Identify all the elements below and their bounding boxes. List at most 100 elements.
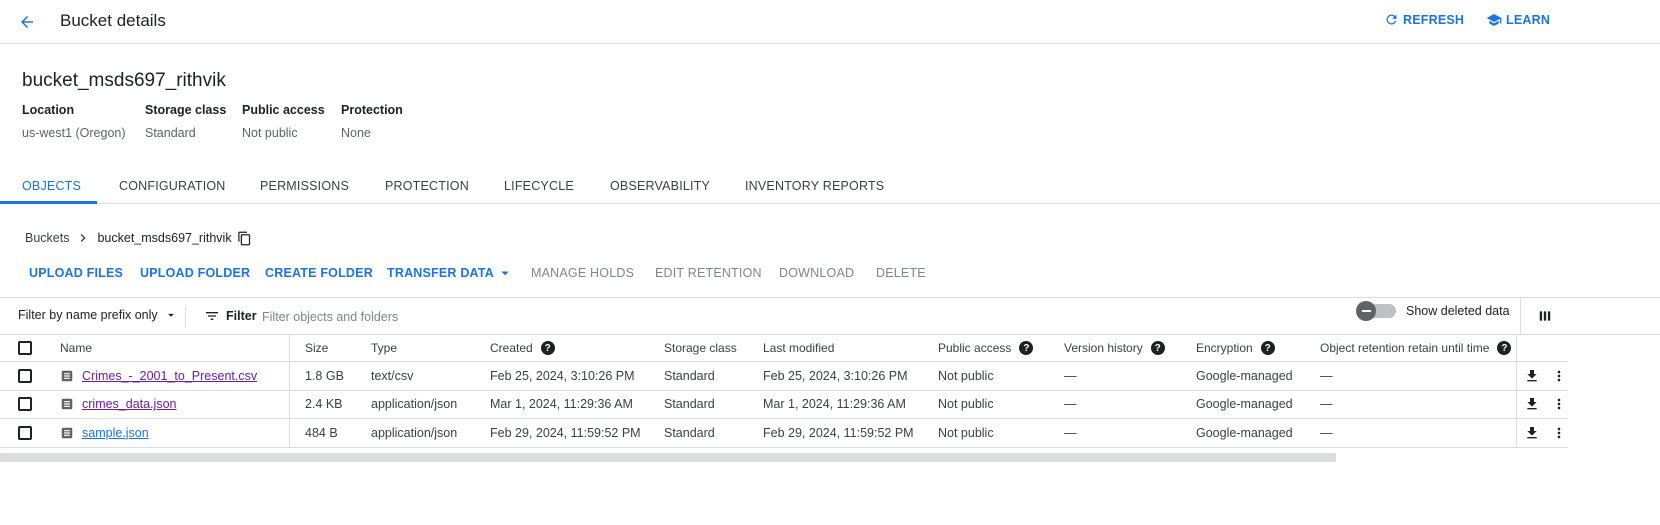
row-checkbox[interactable] xyxy=(18,368,32,383)
download-button[interactable]: DOWNLOAD xyxy=(779,262,854,284)
manage-holds-button[interactable]: MANAGE HOLDS xyxy=(531,262,634,284)
filter-label: Filter xyxy=(226,309,257,323)
column-header-version-history[interactable]: Version history ? xyxy=(1064,335,1165,361)
tab-inventory-reports[interactable]: INVENTORY REPORTS xyxy=(745,168,884,204)
chevron-right-icon xyxy=(81,234,87,242)
version-history-cell: — xyxy=(1064,368,1077,383)
learn-label: LEARN xyxy=(1506,13,1551,27)
bucket-name: bucket_msds697_rithvik xyxy=(22,70,226,91)
column-header-retention[interactable]: Object retention retain until time ? xyxy=(1320,335,1512,361)
version-history-cell: — xyxy=(1064,397,1077,412)
column-header-name[interactable]: Name xyxy=(60,335,92,361)
object-name-link[interactable]: sample.json xyxy=(82,426,149,440)
object-name-link[interactable]: Crimes_-_2001_to_Present.csv xyxy=(82,369,257,383)
created-cell: Feb 25, 2024, 3:10:26 PM xyxy=(490,368,635,383)
table-header-row: Name Size Type Created ? Storage class L… xyxy=(0,335,1568,362)
breadcrumb-current: bucket_msds697_rithvik xyxy=(97,231,232,245)
file-icon xyxy=(60,369,74,383)
file-icon xyxy=(60,397,74,411)
filter-bar: Filter by name prefix only Filter Show d… xyxy=(0,297,1660,335)
size-cell: 1.8 GB xyxy=(305,368,344,383)
table-row: crimes_data.json 2.4 KB application/json… xyxy=(0,390,1568,419)
meta-value: Standard xyxy=(145,126,196,140)
learn-button[interactable]: LEARN xyxy=(1486,12,1550,28)
meta-public-access: Public access Not public xyxy=(242,103,325,140)
public-access-cell: Not public xyxy=(938,397,994,412)
refresh-icon xyxy=(1386,14,1397,25)
filter-list-icon xyxy=(206,312,218,320)
tab-configuration[interactable]: CONFIGURATION xyxy=(119,168,226,204)
download-icon[interactable] xyxy=(1524,419,1540,447)
transfer-data-label: TRANSFER DATA xyxy=(387,266,494,280)
row-checkbox[interactable] xyxy=(18,397,32,412)
copy-icon[interactable] xyxy=(237,231,252,246)
type-cell: text/csv xyxy=(371,368,414,383)
select-all-checkbox[interactable] xyxy=(18,341,32,355)
help-icon[interactable]: ? xyxy=(1150,341,1165,355)
tab-permissions[interactable]: PERMISSIONS xyxy=(260,168,349,204)
show-deleted-toggle[interactable]: Show deleted data xyxy=(1356,301,1510,321)
help-icon[interactable]: ? xyxy=(540,341,555,355)
dropdown-arrow-icon xyxy=(501,271,509,276)
school-icon xyxy=(1486,14,1502,26)
storage-class-cell: Standard xyxy=(664,397,715,412)
size-cell: 2.4 KB xyxy=(305,397,343,412)
column-header-encryption[interactable]: Encryption ? xyxy=(1196,335,1275,361)
back-arrow-icon[interactable] xyxy=(14,9,40,35)
file-icon xyxy=(60,426,74,440)
filter-input[interactable] xyxy=(262,306,1342,328)
row-checkbox[interactable] xyxy=(18,425,32,440)
more-vert-icon[interactable] xyxy=(1551,419,1567,447)
more-vert-icon[interactable] xyxy=(1551,362,1567,390)
column-header-public-access[interactable]: Public access ? xyxy=(938,335,1034,361)
created-cell: Feb 29, 2024, 11:59:52 PM xyxy=(490,425,641,440)
create-folder-button[interactable]: CREATE FOLDER xyxy=(265,262,373,284)
type-cell: application/json xyxy=(371,397,458,412)
tab-objects[interactable]: OBJECTS xyxy=(22,168,81,204)
tab-observability[interactable]: OBSERVABILITY xyxy=(610,168,710,204)
help-icon[interactable]: ? xyxy=(1497,341,1512,355)
public-access-cell: Not public xyxy=(938,368,994,383)
encryption-cell: Google-managed xyxy=(1196,425,1293,440)
column-header-created[interactable]: Created ? xyxy=(490,335,555,361)
type-cell: application/json xyxy=(371,425,458,440)
object-name-link[interactable]: crimes_data.json xyxy=(82,397,177,411)
column-header-size[interactable]: Size xyxy=(305,335,328,361)
retention-cell: — xyxy=(1320,397,1333,412)
column-header-type[interactable]: Type xyxy=(371,335,397,361)
meta-label: Protection xyxy=(341,103,403,117)
breadcrumb-buckets[interactable]: Buckets xyxy=(25,231,69,245)
filter-prefix-dropdown[interactable]: Filter by name prefix only xyxy=(18,308,178,322)
delete-button[interactable]: DELETE xyxy=(876,262,926,284)
meta-label: Location xyxy=(22,103,75,117)
help-icon[interactable]: ? xyxy=(1019,341,1034,355)
more-vert-icon[interactable] xyxy=(1551,391,1567,419)
edit-retention-button[interactable]: EDIT RETENTION xyxy=(655,262,762,284)
object-actions-bar: UPLOAD FILES UPLOAD FOLDER CREATE FOLDER… xyxy=(0,262,1660,284)
meta-protection: Protection None xyxy=(341,103,403,140)
download-icon[interactable] xyxy=(1524,362,1540,390)
toggle-switch[interactable] xyxy=(1356,301,1396,321)
objects-table: Name Size Type Created ? Storage class L… xyxy=(0,335,1568,448)
column-header-created-label: Created xyxy=(490,341,533,355)
page-title: Bucket details xyxy=(60,11,166,30)
upload-files-button[interactable]: UPLOAD FILES xyxy=(29,262,123,284)
retention-cell: — xyxy=(1320,425,1333,440)
refresh-label: REFRESH xyxy=(1403,12,1465,27)
tab-lifecycle[interactable]: LIFECYCLE xyxy=(504,168,574,204)
object-name-cell: Crimes_-_2001_to_Present.csv xyxy=(60,362,257,390)
meta-label: Storage class xyxy=(145,103,227,117)
tab-protection[interactable]: PROTECTION xyxy=(385,168,469,204)
column-header-storage-class[interactable]: Storage class xyxy=(664,335,737,361)
column-display-button[interactable] xyxy=(1520,298,1568,334)
upload-folder-button[interactable]: UPLOAD FOLDER xyxy=(140,262,250,284)
filter-prefix-label: Filter by name prefix only xyxy=(18,308,158,322)
column-header-last-modified[interactable]: Last modified xyxy=(763,335,834,361)
transfer-data-button[interactable]: TRANSFER DATA xyxy=(387,262,514,284)
filter-divider xyxy=(185,306,186,328)
filter-button[interactable]: Filter xyxy=(204,308,257,324)
help-icon[interactable]: ? xyxy=(1260,341,1275,355)
download-icon[interactable] xyxy=(1524,391,1540,419)
refresh-button[interactable]: REFRESH xyxy=(1384,12,1464,27)
horizontal-scrollbar[interactable] xyxy=(0,453,1336,462)
